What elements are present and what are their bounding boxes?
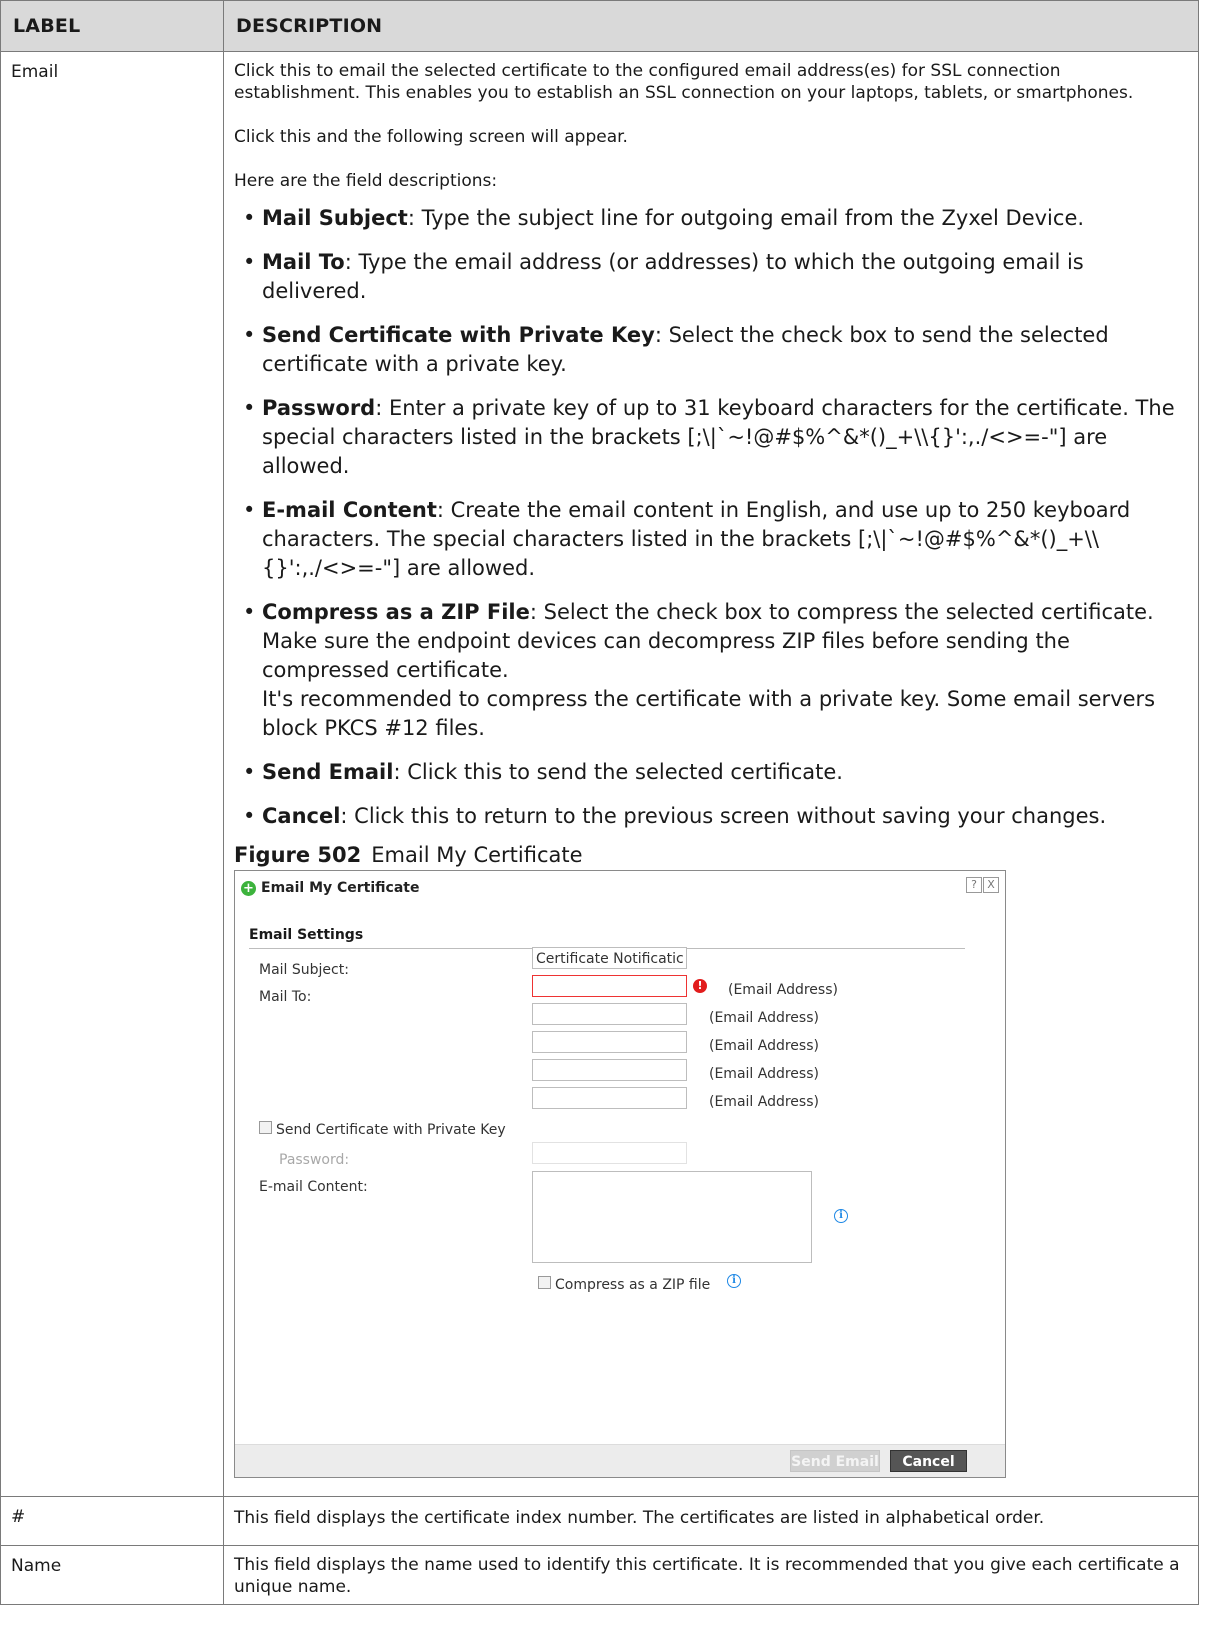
cancel-button[interactable]: Cancel [890, 1450, 967, 1472]
field-name: Compress as a ZIP File [262, 600, 530, 624]
mail-to-input-4[interactable] [532, 1059, 687, 1081]
bullet-icon: • [243, 396, 256, 420]
info-icon[interactable]: i [727, 1274, 741, 1288]
field-text: : Type the subject line for outgoing ema… [407, 206, 1085, 230]
paragraph: Click this and the following screen will… [234, 127, 628, 147]
email-address-hint: (Email Address) [728, 982, 838, 998]
mail-subject-label: Mail Subject: [259, 962, 349, 978]
field-name: Send Certificate with Private Key [262, 323, 655, 347]
email-address-hint: (Email Address) [709, 1010, 819, 1026]
email-address-hint: (Email Address) [709, 1066, 819, 1082]
row-description: Click this to email the selected certifi… [223, 51, 1199, 1497]
email-content-textarea[interactable] [532, 1171, 812, 1263]
figure-caption: Figure 502 Email My Certificate [234, 842, 1190, 868]
section-header: Email Settings [249, 924, 965, 949]
dialog-footer: Send Email Cancel [235, 1444, 1005, 1477]
paragraph: Click this to email the selected certifi… [234, 61, 1134, 103]
field-description-item: • E-mail Content: Create the email conten… [234, 496, 1190, 583]
field-text: : Type the email address (or addresses) … [262, 250, 1084, 303]
bullet-icon: • [243, 498, 256, 522]
field-text: : Click this to return to the previous s… [340, 804, 1107, 828]
field-description-item: • Compress as a ZIP File: Select the chec… [234, 598, 1190, 743]
figure-title: Email My Certificate [371, 843, 583, 867]
bullet-icon: • [243, 760, 256, 784]
error-icon: ! [693, 979, 707, 993]
table-row: Name This field displays the name used t… [0, 1545, 1199, 1605]
row-description: This field displays the name used to ide… [223, 1545, 1199, 1605]
field-description-item: • Cancel: Click this to return to the pre… [234, 802, 1190, 831]
send-email-button[interactable]: Send Email [790, 1450, 880, 1472]
help-icon[interactable]: ? [966, 877, 982, 893]
compress-zip-checkbox[interactable] [538, 1276, 551, 1289]
paragraph: Here are the field descriptions: [234, 171, 498, 191]
figure-number: Figure 502 [234, 843, 362, 867]
send-private-key-checkbox[interactable] [259, 1121, 272, 1134]
dialog-window-controls: ? X [965, 877, 999, 893]
field-text: : Enter a private key of up to 31 keyboa… [262, 396, 1175, 478]
row-description: This field displays the certificate inde… [223, 1496, 1199, 1546]
email-address-hint: (Email Address) [709, 1094, 819, 1110]
compress-zip-label: Compress as a ZIP file [555, 1277, 711, 1293]
email-content-label: E-mail Content: [259, 1179, 368, 1195]
email-certificate-dialog: + Email My Certificate ? X Email Setting… [234, 870, 1006, 1478]
field-description-item: • Send Email: Click this to send the sele… [234, 758, 1190, 787]
field-name: Send Email [262, 760, 394, 784]
field-text: : Click this to send the selected certif… [393, 760, 843, 784]
field-name: Mail To [262, 250, 345, 274]
password-input[interactable] [532, 1142, 687, 1164]
field-description-item: • Password: Enter a private key of up to … [234, 394, 1190, 481]
close-icon[interactable]: X [983, 877, 999, 893]
field-name: Mail Subject [262, 206, 408, 230]
label-column-header: LABEL [0, 0, 224, 52]
mail-to-input-2[interactable] [532, 1003, 687, 1025]
bullet-icon: • [243, 250, 256, 274]
password-label: Password: [279, 1152, 350, 1168]
bullet-icon: • [243, 323, 256, 347]
field-description-list: • Mail Subject: Type the subject line for… [234, 204, 1190, 831]
row-label: # [0, 1496, 224, 1546]
bullet-icon: • [243, 600, 256, 624]
field-name: Password [262, 396, 376, 420]
dialog-title: + Email My Certificate [241, 877, 419, 899]
description-column-header: DESCRIPTION [223, 0, 1199, 52]
field-description-item: • Mail To: Type the email address (or add… [234, 248, 1190, 306]
bullet-icon: • [243, 206, 256, 230]
field-name: E-mail Content [262, 498, 437, 522]
mail-to-label: Mail To: [259, 989, 312, 1005]
row-label: Email [0, 51, 224, 1497]
bullet-icon: • [243, 804, 256, 828]
table-row: # This field displays the certificate in… [0, 1496, 1199, 1546]
mail-to-input-3[interactable] [532, 1031, 687, 1053]
field-description-item: • Send Certificate with Private Key: Sele… [234, 321, 1190, 379]
table-row: Email Click this to email the selected c… [0, 51, 1199, 1497]
email-address-hint: (Email Address) [709, 1038, 819, 1054]
send-private-key-label: Send Certificate with Private Key [276, 1122, 506, 1138]
info-icon[interactable]: i [834, 1209, 848, 1223]
field-name: Cancel [262, 804, 341, 828]
table-header-row: LABEL DESCRIPTION [0, 0, 1199, 52]
mail-subject-input[interactable]: Certificate Notificatic [532, 947, 687, 969]
row-label: Name [0, 1545, 224, 1605]
field-description-item: • Mail Subject: Type the subject line for… [234, 204, 1190, 233]
field-description-table: LABEL DESCRIPTION Email Click this to em… [0, 0, 1199, 1605]
add-icon: + [241, 880, 256, 896]
dialog-title-text: Email My Certificate [261, 880, 420, 896]
mail-to-input-1[interactable] [532, 975, 687, 997]
mail-to-input-5[interactable] [532, 1087, 687, 1109]
